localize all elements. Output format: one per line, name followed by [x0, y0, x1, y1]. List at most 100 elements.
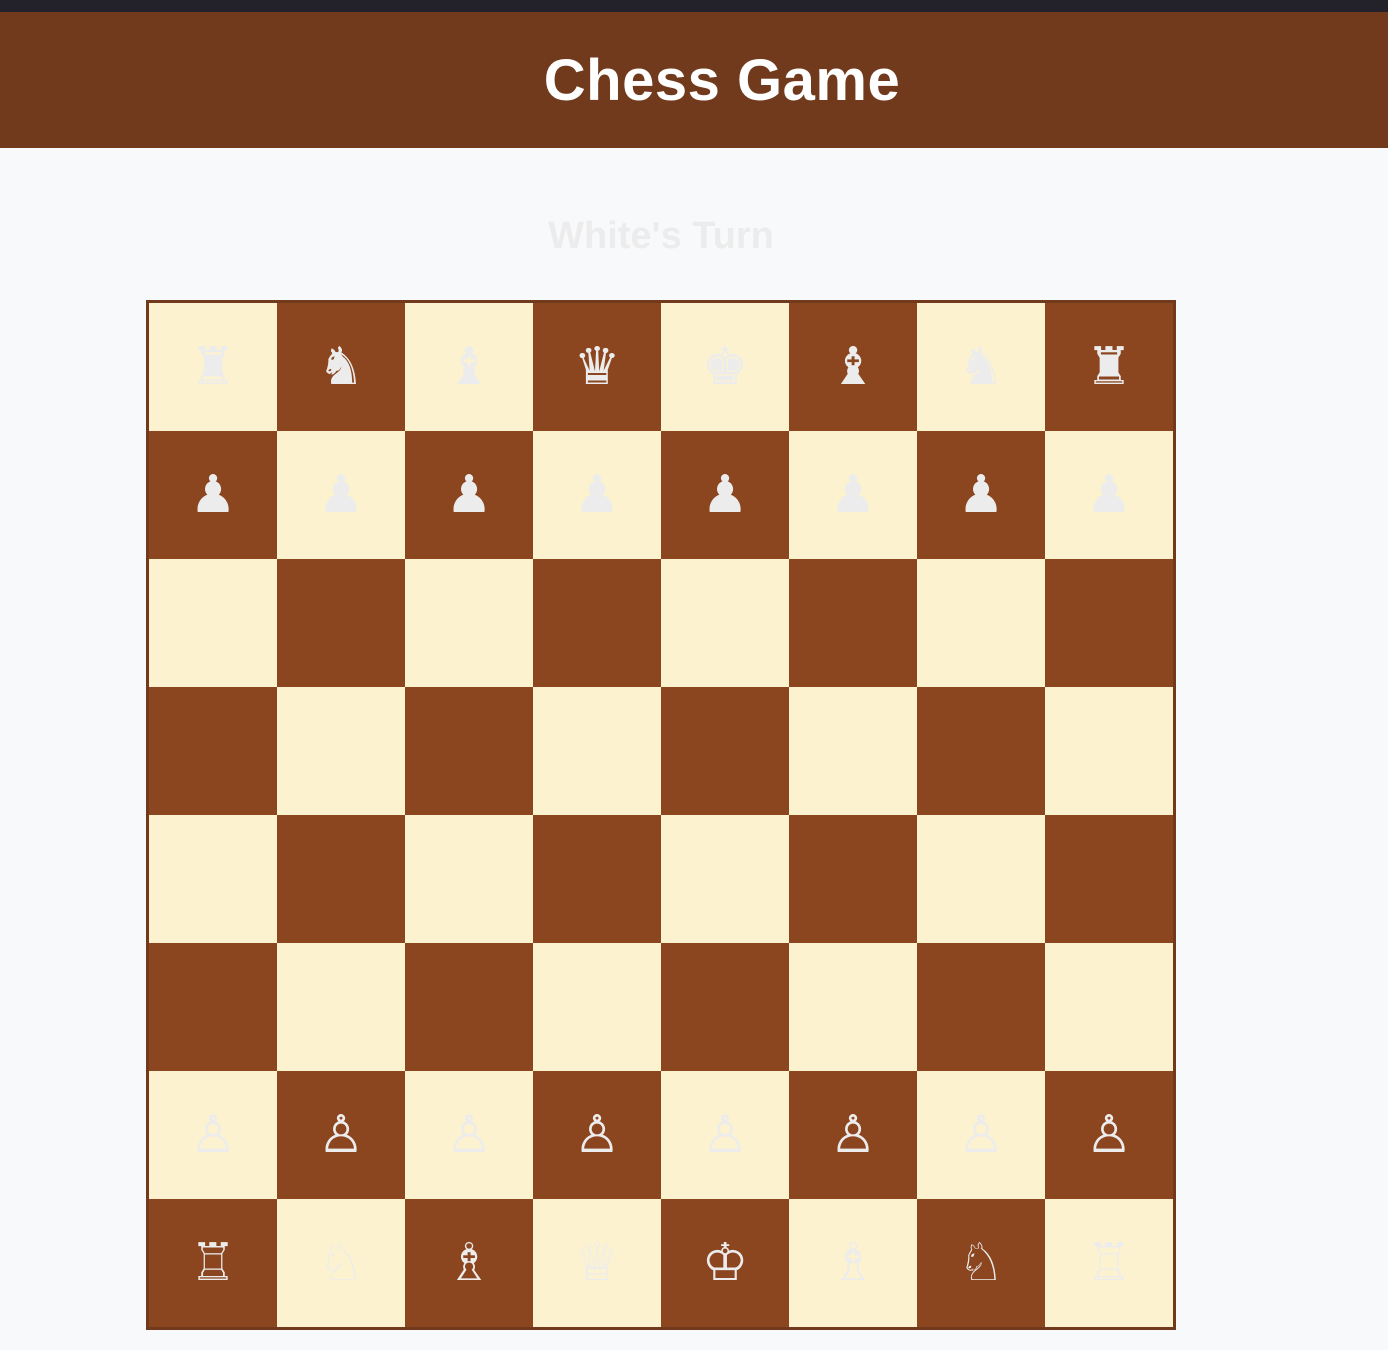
- square-b6[interactable]: [277, 559, 405, 687]
- square-b3[interactable]: [277, 943, 405, 1071]
- square-d7[interactable]: ♟: [533, 431, 661, 559]
- square-a2[interactable]: ♙: [149, 1071, 277, 1199]
- black-rook-piece[interactable]: ♜: [1086, 341, 1133, 393]
- chess-board: ♜ ♞ ♝ ♛ ♚ ♝ ♞ ♜ ♟ ♟ ♟ ♟ ♟ ♟ ♟ ♟ ♙ ♙ ♙ ♙ ♙ ♙ ♙ ♙ ♖ ♘ ♗ ♕ ♔ ♗ ♘ ♖: [146, 300, 1176, 1330]
- black-pawn-piece[interactable]: ♟: [1086, 469, 1133, 521]
- page-title: Chess Game: [543, 47, 901, 113]
- white-pawn-piece[interactable]: ♙: [574, 1109, 621, 1161]
- square-a4[interactable]: [149, 815, 277, 943]
- square-b2[interactable]: ♙: [277, 1071, 405, 1199]
- white-rook-piece[interactable]: ♖: [190, 1237, 237, 1289]
- square-c3[interactable]: [405, 943, 533, 1071]
- square-d4[interactable]: [533, 815, 661, 943]
- square-f4[interactable]: [789, 815, 917, 943]
- black-rook-piece[interactable]: ♜: [190, 341, 237, 393]
- square-h3[interactable]: [1045, 943, 1173, 1071]
- square-e2[interactable]: ♙: [661, 1071, 789, 1199]
- white-king-piece[interactable]: ♔: [702, 1237, 749, 1289]
- white-knight-piece[interactable]: ♘: [318, 1237, 365, 1289]
- black-knight-piece[interactable]: ♞: [318, 341, 365, 393]
- square-e5[interactable]: [661, 687, 789, 815]
- white-bishop-piece[interactable]: ♗: [830, 1237, 877, 1289]
- square-b4[interactable]: [277, 815, 405, 943]
- square-a7[interactable]: ♟: [149, 431, 277, 559]
- square-f6[interactable]: [789, 559, 917, 687]
- window-top-bar: [0, 0, 1388, 12]
- black-pawn-piece[interactable]: ♟: [830, 469, 877, 521]
- square-e1[interactable]: ♔: [661, 1199, 789, 1327]
- square-g5[interactable]: [917, 687, 1045, 815]
- square-c2[interactable]: ♙: [405, 1071, 533, 1199]
- white-pawn-piece[interactable]: ♙: [318, 1109, 365, 1161]
- square-f7[interactable]: ♟: [789, 431, 917, 559]
- square-e3[interactable]: [661, 943, 789, 1071]
- black-bishop-piece[interactable]: ♝: [830, 341, 877, 393]
- square-e7[interactable]: ♟: [661, 431, 789, 559]
- square-f1[interactable]: ♗: [789, 1199, 917, 1327]
- square-g1[interactable]: ♘: [917, 1199, 1045, 1327]
- black-knight-piece[interactable]: ♞: [958, 341, 1005, 393]
- black-pawn-piece[interactable]: ♟: [702, 469, 749, 521]
- square-f5[interactable]: [789, 687, 917, 815]
- square-g3[interactable]: [917, 943, 1045, 1071]
- square-d3[interactable]: [533, 943, 661, 1071]
- square-d5[interactable]: [533, 687, 661, 815]
- square-f8[interactable]: ♝: [789, 303, 917, 431]
- white-bishop-piece[interactable]: ♗: [446, 1237, 493, 1289]
- square-f3[interactable]: [789, 943, 917, 1071]
- square-a3[interactable]: [149, 943, 277, 1071]
- square-b7[interactable]: ♟: [277, 431, 405, 559]
- square-c7[interactable]: ♟: [405, 431, 533, 559]
- white-pawn-piece[interactable]: ♙: [702, 1109, 749, 1161]
- square-d1[interactable]: ♕: [533, 1199, 661, 1327]
- square-g8[interactable]: ♞: [917, 303, 1045, 431]
- square-a8[interactable]: ♜: [149, 303, 277, 431]
- black-pawn-piece[interactable]: ♟: [190, 469, 237, 521]
- black-pawn-piece[interactable]: ♟: [446, 469, 493, 521]
- square-g4[interactable]: [917, 815, 1045, 943]
- black-pawn-piece[interactable]: ♟: [318, 469, 365, 521]
- square-c8[interactable]: ♝: [405, 303, 533, 431]
- white-knight-piece[interactable]: ♘: [958, 1237, 1005, 1289]
- app-header: Chess Game: [0, 12, 1388, 148]
- black-pawn-piece[interactable]: ♟: [574, 469, 621, 521]
- black-pawn-piece[interactable]: ♟: [958, 469, 1005, 521]
- square-h7[interactable]: ♟: [1045, 431, 1173, 559]
- white-pawn-piece[interactable]: ♙: [190, 1109, 237, 1161]
- square-h2[interactable]: ♙: [1045, 1071, 1173, 1199]
- square-g7[interactable]: ♟: [917, 431, 1045, 559]
- square-e8[interactable]: ♚: [661, 303, 789, 431]
- square-d2[interactable]: ♙: [533, 1071, 661, 1199]
- square-d6[interactable]: [533, 559, 661, 687]
- black-bishop-piece[interactable]: ♝: [446, 341, 493, 393]
- square-f2[interactable]: ♙: [789, 1071, 917, 1199]
- square-a6[interactable]: [149, 559, 277, 687]
- white-pawn-piece[interactable]: ♙: [830, 1109, 877, 1161]
- square-h5[interactable]: [1045, 687, 1173, 815]
- square-h8[interactable]: ♜: [1045, 303, 1173, 431]
- square-a1[interactable]: ♖: [149, 1199, 277, 1327]
- square-h4[interactable]: [1045, 815, 1173, 943]
- square-g2[interactable]: ♙: [917, 1071, 1045, 1199]
- white-pawn-piece[interactable]: ♙: [1086, 1109, 1133, 1161]
- square-c1[interactable]: ♗: [405, 1199, 533, 1327]
- square-e6[interactable]: [661, 559, 789, 687]
- square-h1[interactable]: ♖: [1045, 1199, 1173, 1327]
- white-pawn-piece[interactable]: ♙: [958, 1109, 1005, 1161]
- black-queen-piece[interactable]: ♛: [574, 341, 621, 393]
- square-c6[interactable]: [405, 559, 533, 687]
- square-c4[interactable]: [405, 815, 533, 943]
- black-king-piece[interactable]: ♚: [702, 341, 749, 393]
- square-c5[interactable]: [405, 687, 533, 815]
- square-a5[interactable]: [149, 687, 277, 815]
- square-b5[interactable]: [277, 687, 405, 815]
- square-g6[interactable]: [917, 559, 1045, 687]
- square-b1[interactable]: ♘: [277, 1199, 405, 1327]
- white-rook-piece[interactable]: ♖: [1086, 1237, 1133, 1289]
- square-d8[interactable]: ♛: [533, 303, 661, 431]
- square-e4[interactable]: [661, 815, 789, 943]
- square-b8[interactable]: ♞: [277, 303, 405, 431]
- white-queen-piece[interactable]: ♕: [574, 1237, 621, 1289]
- white-pawn-piece[interactable]: ♙: [446, 1109, 493, 1161]
- square-h6[interactable]: [1045, 559, 1173, 687]
